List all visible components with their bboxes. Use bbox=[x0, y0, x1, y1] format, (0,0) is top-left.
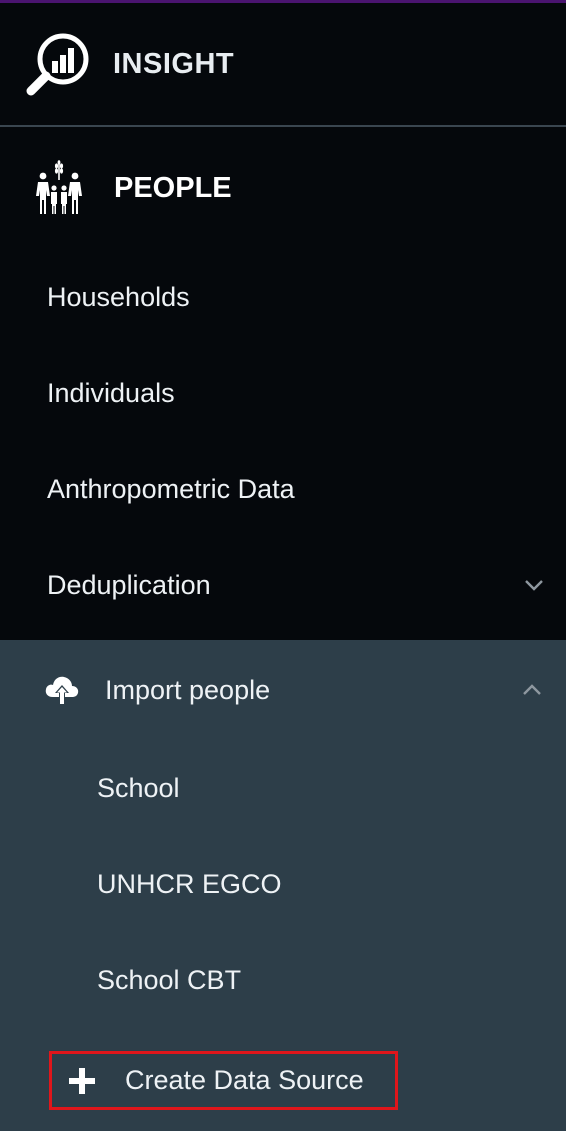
section-header-people[interactable]: PEOPLE bbox=[0, 127, 566, 249]
nav-item-deduplication[interactable]: Deduplication bbox=[0, 537, 566, 633]
family-icon bbox=[36, 160, 82, 214]
nav-item-households[interactable]: Households bbox=[0, 249, 566, 345]
cloud-upload-icon bbox=[45, 676, 79, 705]
sub-item-label: School CBT bbox=[97, 964, 242, 995]
app-title: INSIGHT bbox=[113, 47, 235, 80]
nav-item-individuals[interactable]: Individuals bbox=[0, 345, 566, 441]
sidebar: INSIGHT PEOPLE Households Individuals An… bbox=[0, 0, 566, 1131]
chevron-up-icon bbox=[523, 684, 541, 695]
nav-item-label: Deduplication bbox=[47, 569, 211, 600]
nav-item-label: Households bbox=[47, 281, 190, 312]
sub-item-school-cbt[interactable]: School CBT bbox=[0, 932, 566, 1028]
sub-item-label: UNHCR EGCO bbox=[97, 868, 282, 899]
create-data-source-label: Create Data Source bbox=[125, 1065, 364, 1095]
import-people-group: Import people School UNHCR EGCO School C… bbox=[0, 640, 566, 1131]
sub-item-label: School bbox=[97, 772, 180, 803]
import-people-label: Import people bbox=[105, 674, 271, 705]
sub-item-school[interactable]: School bbox=[0, 740, 566, 836]
sub-item-unhcr-egco[interactable]: UNHCR EGCO bbox=[0, 836, 566, 932]
nav-item-import-people[interactable]: Import people bbox=[0, 640, 566, 740]
section-title: PEOPLE bbox=[114, 171, 232, 204]
brand-header[interactable]: INSIGHT bbox=[0, 3, 566, 127]
nav-item-label: Individuals bbox=[47, 377, 175, 408]
nav-item-anthropometric-data[interactable]: Anthropometric Data bbox=[0, 441, 566, 537]
nav-item-label: Anthropometric Data bbox=[47, 473, 295, 504]
magnifier-chart-icon bbox=[26, 33, 89, 96]
create-data-source-button[interactable]: Create Data Source bbox=[49, 1051, 398, 1110]
chevron-down-icon bbox=[525, 580, 543, 591]
plus-icon bbox=[69, 1067, 95, 1094]
